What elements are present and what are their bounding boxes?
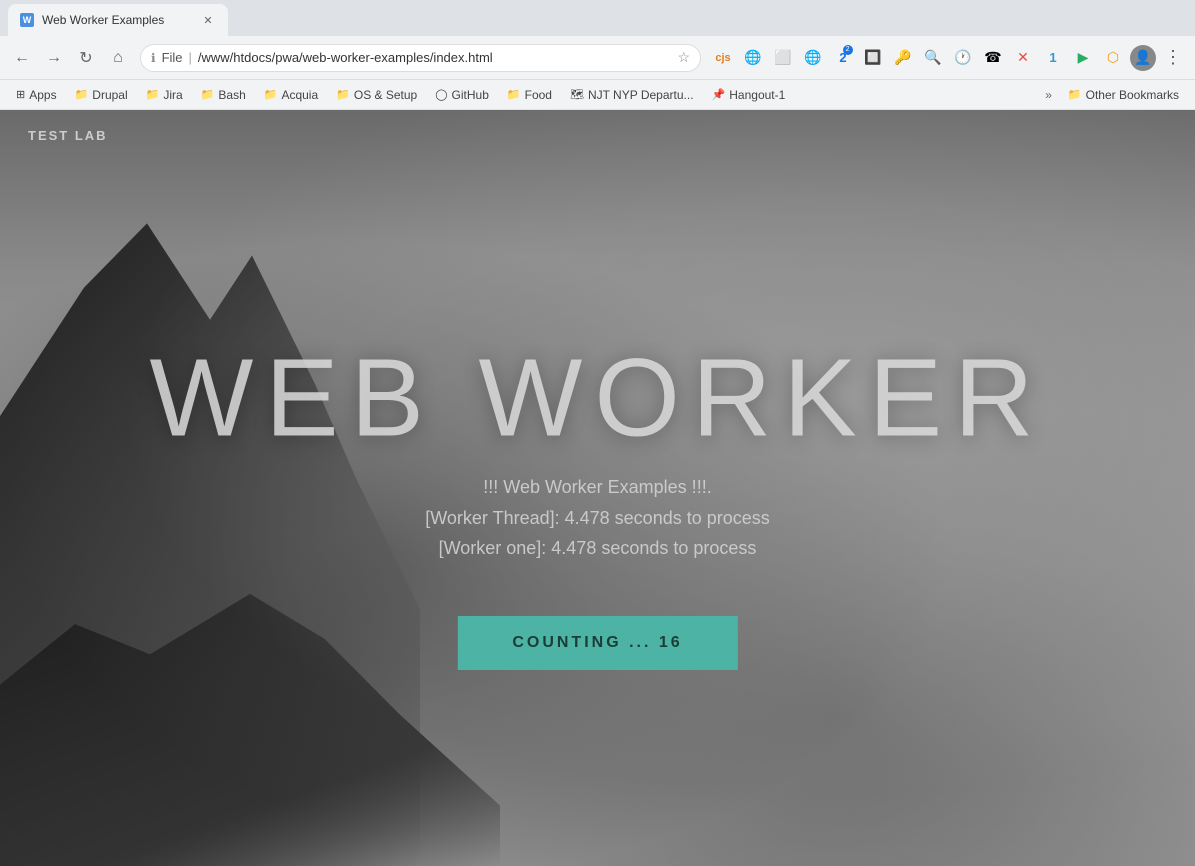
ext-9[interactable]: ☎	[979, 44, 1007, 72]
tab-title: Web Worker Examples	[42, 13, 164, 27]
njt-icon: 🗺	[570, 88, 584, 101]
bookmarks-more-button[interactable]: »	[1039, 85, 1058, 105]
bookmark-jira-label: Jira	[163, 88, 182, 102]
ext10-icon: ✕	[1017, 49, 1029, 66]
badge: 2	[843, 45, 853, 55]
bookmark-njt-label: NJT NYP Departu...	[588, 88, 694, 102]
bookmark-bash-label: Bash	[218, 88, 245, 102]
subtitle-line1: !!! Web Worker Examples !!!.	[425, 472, 770, 503]
hangout-icon: 📌	[712, 88, 726, 101]
subtitle-area: !!! Web Worker Examples !!!. [Worker Thr…	[425, 472, 770, 564]
bookmarks-bar: ⊞ Apps 📁 Drupal 📁 Jira 📁 Bash 📁 Acquia 📁…	[0, 80, 1195, 110]
os-setup-folder-icon: 📁	[336, 88, 350, 101]
bookmark-acquia[interactable]: 📁 Acquia	[256, 85, 326, 105]
active-tab[interactable]: W Web Worker Examples ✕	[8, 4, 228, 36]
bookmark-hangout[interactable]: 📌 Hangout-1	[704, 85, 794, 105]
ext13-icon: ⬡	[1107, 49, 1119, 66]
ext5-icon: 🔲	[864, 49, 881, 66]
ext-12[interactable]: ▶	[1069, 44, 1097, 72]
ext12-icon: ▶	[1078, 49, 1089, 66]
bookmark-food-label: Food	[525, 88, 552, 102]
ext-10[interactable]: ✕	[1009, 44, 1037, 72]
acquia-folder-icon: 📁	[264, 88, 278, 101]
bookmark-food[interactable]: 📁 Food	[499, 85, 560, 105]
bookmark-os-setup-label: OS & Setup	[354, 88, 417, 102]
bookmark-drupal[interactable]: 📁 Drupal	[67, 85, 136, 105]
ext-5[interactable]: 🔲	[859, 44, 887, 72]
ext-13[interactable]: ⬡	[1099, 44, 1127, 72]
bookmark-github-label: GitHub	[452, 88, 489, 102]
tab-close-button[interactable]: ✕	[200, 12, 216, 28]
three-dots-icon: ⋮	[1160, 43, 1186, 72]
address-bar[interactable]: ℹ File | /www/htdocs/pwa/web-worker-exam…	[140, 44, 701, 72]
ext8-icon: 🕐	[954, 49, 971, 66]
bookmark-other-label: Other Bookmarks	[1086, 88, 1179, 102]
bookmark-apps-label: Apps	[29, 88, 56, 102]
bookmark-hangout-label: Hangout-1	[729, 88, 785, 102]
bookmark-github[interactable]: ◯ GitHub	[427, 85, 497, 105]
ext2-icon: ⬜	[774, 49, 791, 66]
bookmark-apps[interactable]: ⊞ Apps	[8, 85, 65, 105]
food-folder-icon: 📁	[507, 88, 521, 101]
ext-2[interactable]: ⬜	[769, 44, 797, 72]
ext-8[interactable]: 🕐	[949, 44, 977, 72]
subtitle-line2: [Worker Thread]: 4.478 seconds to proces…	[425, 503, 770, 534]
bash-folder-icon: 📁	[201, 88, 215, 101]
ext1-icon: 🌐	[744, 49, 761, 66]
toolbar: ← → ↻ ⌂ ℹ File | /www/htdocs/pwa/web-wor…	[0, 36, 1195, 80]
tab-bar: W Web Worker Examples ✕	[0, 0, 1195, 36]
app-label: TEST LAB	[28, 128, 108, 143]
bookmark-njt[interactable]: 🗺 NJT NYP Departu...	[562, 85, 702, 105]
apps-icon: ⊞	[16, 88, 25, 101]
bookmark-star-icon[interactable]: ☆	[677, 49, 690, 66]
reload-button[interactable]: ↻	[72, 44, 100, 72]
avatar-image: 👤	[1130, 45, 1156, 71]
jira-folder-icon: 📁	[146, 88, 160, 101]
ext-11[interactable]: 1	[1039, 44, 1067, 72]
bookmark-jira[interactable]: 📁 Jira	[138, 85, 191, 105]
bookmark-os-setup[interactable]: 📁 OS & Setup	[328, 85, 425, 105]
page-content: TEST LAB WEB WORKER !!! Web Worker Examp…	[0, 110, 1195, 866]
ext11-icon: 1	[1049, 50, 1056, 65]
address-separator: |	[189, 50, 192, 65]
ext-3[interactable]: 🌐	[799, 44, 827, 72]
cjs-icon: cjs	[715, 52, 730, 64]
github-icon: ◯	[435, 88, 447, 101]
ext-cjs[interactable]: cjs	[709, 44, 737, 72]
counting-button[interactable]: COUNTING ... 16	[457, 616, 737, 670]
subtitle-line3: [Worker one]: 4.478 seconds to process	[425, 533, 770, 564]
bookmark-drupal-label: Drupal	[92, 88, 127, 102]
bookmark-other[interactable]: 📁 Other Bookmarks	[1060, 85, 1187, 105]
toolbar-icons: cjs 🌐 ⬜ 🌐 2 2 🔲 🔑	[709, 44, 1187, 72]
hero-title: WEB WORKER	[149, 335, 1045, 462]
drupal-folder-icon: 📁	[75, 88, 89, 101]
ext3-icon: 🌐	[804, 49, 821, 66]
back-button[interactable]: ←	[8, 44, 36, 72]
ext6-icon: 🔑	[894, 49, 911, 66]
ext-7[interactable]: 🔍	[919, 44, 947, 72]
tab-favicon: W	[20, 13, 34, 27]
ext9-icon: ☎	[984, 49, 1001, 66]
ext-6[interactable]: 🔑	[889, 44, 917, 72]
ext7-icon: 🔍	[924, 49, 941, 66]
profile-avatar[interactable]: 👤	[1129, 44, 1157, 72]
more-options-button[interactable]: ⋮	[1159, 44, 1187, 72]
ext-1[interactable]: 🌐	[739, 44, 767, 72]
home-button[interactable]: ⌂	[104, 44, 132, 72]
protocol-label: File	[162, 50, 183, 65]
bookmark-bash[interactable]: 📁 Bash	[193, 85, 254, 105]
other-folder-icon: 📁	[1068, 88, 1082, 101]
address-text: /www/htdocs/pwa/web-worker-examples/inde…	[198, 50, 672, 65]
browser-frame: W Web Worker Examples ✕ ← → ↻ ⌂ ℹ File |…	[0, 0, 1195, 866]
forward-button[interactable]: →	[40, 44, 68, 72]
ext-4[interactable]: 2 2	[829, 44, 857, 72]
bookmark-acquia-label: Acquia	[281, 88, 318, 102]
info-icon: ℹ	[151, 51, 156, 65]
